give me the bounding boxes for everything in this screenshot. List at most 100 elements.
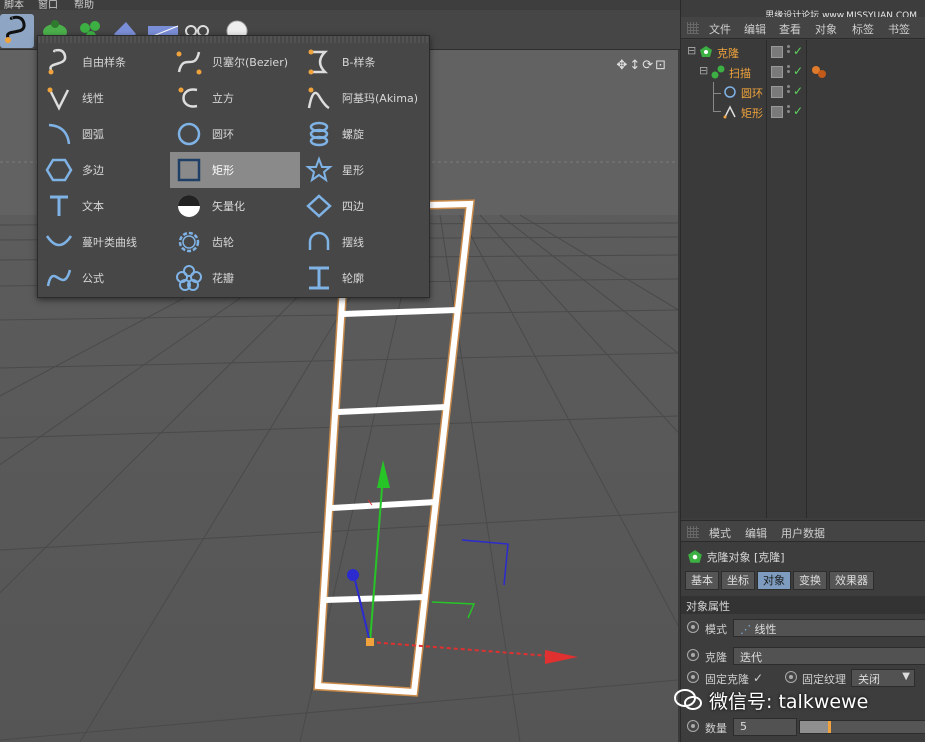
tab-coord[interactable]: 坐标 bbox=[721, 571, 755, 590]
menu-bar: 脚本 窗口 帮助 bbox=[0, 0, 680, 11]
four-side-icon bbox=[306, 194, 332, 218]
menu-item-bspline[interactable]: B-样条 bbox=[300, 44, 430, 80]
spline-tool-button[interactable] bbox=[0, 14, 34, 48]
enabled-check-icon[interactable]: ✓ bbox=[793, 104, 803, 118]
cycloid-icon bbox=[308, 231, 330, 250]
layer-box[interactable] bbox=[771, 66, 783, 78]
menu-item-helix[interactable]: 螺旋 bbox=[300, 116, 430, 152]
attribute-manager-menu: 模式 编辑 用户数据 bbox=[681, 520, 925, 542]
material-tag-icon[interactable] bbox=[811, 65, 827, 79]
menu-item-four-side[interactable]: 四边 bbox=[300, 188, 430, 224]
menu-item-formula[interactable]: 公式 bbox=[40, 260, 170, 296]
wechat-watermark: 微信号: talkwewe bbox=[673, 683, 925, 717]
menu-item-freehand[interactable]: 自由样条 bbox=[40, 44, 170, 80]
menu-item-ngon[interactable]: 多边 bbox=[40, 152, 170, 188]
collapse-icon[interactable]: ⊟ bbox=[699, 64, 708, 77]
bezier-spline-icon bbox=[176, 51, 202, 75]
helix-icon bbox=[309, 121, 329, 147]
menu-item-profile[interactable]: 轮廓 bbox=[300, 260, 430, 296]
panel-grip-icon[interactable] bbox=[687, 22, 699, 34]
menu-item-circle[interactable]: 圆环 bbox=[170, 116, 300, 152]
spline-menu-column-1: 自由样条 线性 圆弧 多边 文本 蔓叶类曲线 公式 bbox=[40, 44, 170, 296]
b-spline-icon bbox=[308, 49, 329, 75]
circle-icon bbox=[724, 86, 736, 98]
cloner-icon bbox=[700, 46, 712, 57]
am-menu-mode[interactable]: 模式 bbox=[709, 525, 731, 541]
animate-radio[interactable] bbox=[687, 649, 699, 661]
mode-row: 模式 ⋰ 线性 bbox=[681, 617, 925, 639]
wechat-logo-icon bbox=[674, 689, 702, 710]
visibility-dots[interactable] bbox=[787, 85, 791, 99]
slider-knob[interactable] bbox=[827, 721, 831, 733]
spline-menu-column-2: 贝塞尔(Bezier) 立方 圆环 矩形 矢量化 齿轮 花瓣 bbox=[170, 44, 300, 296]
tab-basic[interactable]: 基本 bbox=[685, 571, 719, 590]
menu-item-vectorizer[interactable]: 矢量化 bbox=[170, 188, 300, 224]
am-menu-user-data[interactable]: 用户数据 bbox=[781, 525, 825, 541]
animate-radio[interactable] bbox=[687, 621, 699, 633]
formula-icon bbox=[46, 269, 72, 287]
menu-grip[interactable] bbox=[38, 36, 429, 43]
animate-radio[interactable] bbox=[687, 720, 699, 732]
spline-tool-icon bbox=[5, 15, 26, 43]
attribute-tabs: 基本 坐标 对象 变换 效果器 bbox=[685, 571, 874, 591]
menu-item-rectangle[interactable]: 矩形 bbox=[170, 152, 300, 188]
panel-grip-icon[interactable] bbox=[687, 526, 699, 538]
am-menu-edit[interactable]: 编辑 bbox=[745, 525, 767, 541]
visibility-dots[interactable] bbox=[787, 45, 791, 59]
enabled-check-icon[interactable]: ✓ bbox=[793, 44, 803, 58]
rectangle-icon bbox=[177, 158, 201, 182]
menu-item-flower[interactable]: 花瓣 bbox=[170, 260, 300, 296]
enabled-check-icon[interactable]: ✓ bbox=[793, 84, 803, 98]
menu-item-arc[interactable]: 圆弧 bbox=[40, 116, 170, 152]
clone-dropdown[interactable]: 迭代 bbox=[733, 647, 925, 665]
menu-item-akima[interactable]: 阿基玛(Akima) bbox=[300, 80, 430, 116]
menu-item-linear[interactable]: 线性 bbox=[40, 80, 170, 116]
om-menu-view[interactable]: 查看 bbox=[779, 21, 801, 37]
akima-spline-icon bbox=[307, 87, 330, 110]
tab-transform[interactable]: 变换 bbox=[793, 571, 827, 590]
menu-item-cogwheel[interactable]: 齿轮 bbox=[170, 224, 300, 260]
menu-item-bezier[interactable]: 贝塞尔(Bezier) bbox=[170, 44, 300, 80]
layer-box[interactable] bbox=[771, 46, 783, 58]
animate-radio[interactable] bbox=[785, 671, 797, 683]
sweep-icon bbox=[711, 65, 725, 79]
om-menu-objects[interactable]: 对象 bbox=[815, 21, 837, 37]
vectorizer-icon bbox=[178, 195, 200, 217]
viewport-navigation[interactable]: ✥↕⟳⊡ bbox=[616, 58, 668, 73]
object-row-cloner[interactable]: ⊟ 克隆 ✓ bbox=[681, 42, 925, 62]
star-icon bbox=[305, 156, 333, 183]
om-menu-tags[interactable]: 标签 bbox=[852, 21, 874, 37]
arc-icon bbox=[48, 123, 71, 145]
object-row-sweep[interactable]: ⊟ 扫描 ✓ bbox=[681, 62, 925, 82]
count-input[interactable]: 5 bbox=[733, 718, 797, 736]
om-menu-bookmarks[interactable]: 书签 bbox=[888, 21, 910, 37]
tab-effectors[interactable]: 效果器 bbox=[829, 571, 874, 590]
count-slider[interactable] bbox=[799, 720, 925, 734]
menu-item-star[interactable]: 星形 bbox=[300, 152, 430, 188]
tab-object[interactable]: 对象 bbox=[757, 571, 791, 590]
animate-radio[interactable] bbox=[687, 671, 699, 683]
cissoid-icon bbox=[45, 235, 73, 247]
cogwheel-icon bbox=[178, 231, 200, 253]
ngon-icon bbox=[45, 158, 73, 182]
layer-box[interactable] bbox=[771, 86, 783, 98]
attribute-title: 克隆对象 [克隆] bbox=[687, 549, 785, 565]
linear-spline-icon bbox=[47, 87, 70, 111]
circle-icon bbox=[177, 122, 201, 146]
menu-item-cissoid[interactable]: 蔓叶类曲线 bbox=[40, 224, 170, 260]
enabled-check-icon[interactable]: ✓ bbox=[793, 64, 803, 78]
layer-box[interactable] bbox=[771, 106, 783, 118]
object-row-rectangle[interactable]: 矩形 ✓ bbox=[681, 94, 925, 122]
om-menu-file[interactable]: 文件 bbox=[709, 21, 731, 37]
visibility-dots[interactable] bbox=[787, 105, 791, 119]
object-list: ⊟ 克隆 ✓ ⊟ 扫描 ✓ 圆环 ✓ 矩形 ✓ bbox=[681, 40, 925, 518]
rectangle-spline-icon bbox=[723, 105, 736, 119]
om-menu-edit[interactable]: 编辑 bbox=[744, 21, 766, 37]
mode-dropdown[interactable]: ⋰ 线性 bbox=[733, 619, 925, 637]
menu-item-text[interactable]: 文本 bbox=[40, 188, 170, 224]
profile-icon bbox=[309, 266, 329, 290]
collapse-icon[interactable]: ⊟ bbox=[687, 44, 696, 57]
menu-item-cubic[interactable]: 立方 bbox=[170, 80, 300, 116]
visibility-dots[interactable] bbox=[787, 65, 791, 79]
menu-item-cycloid[interactable]: 摆线 bbox=[300, 224, 430, 260]
